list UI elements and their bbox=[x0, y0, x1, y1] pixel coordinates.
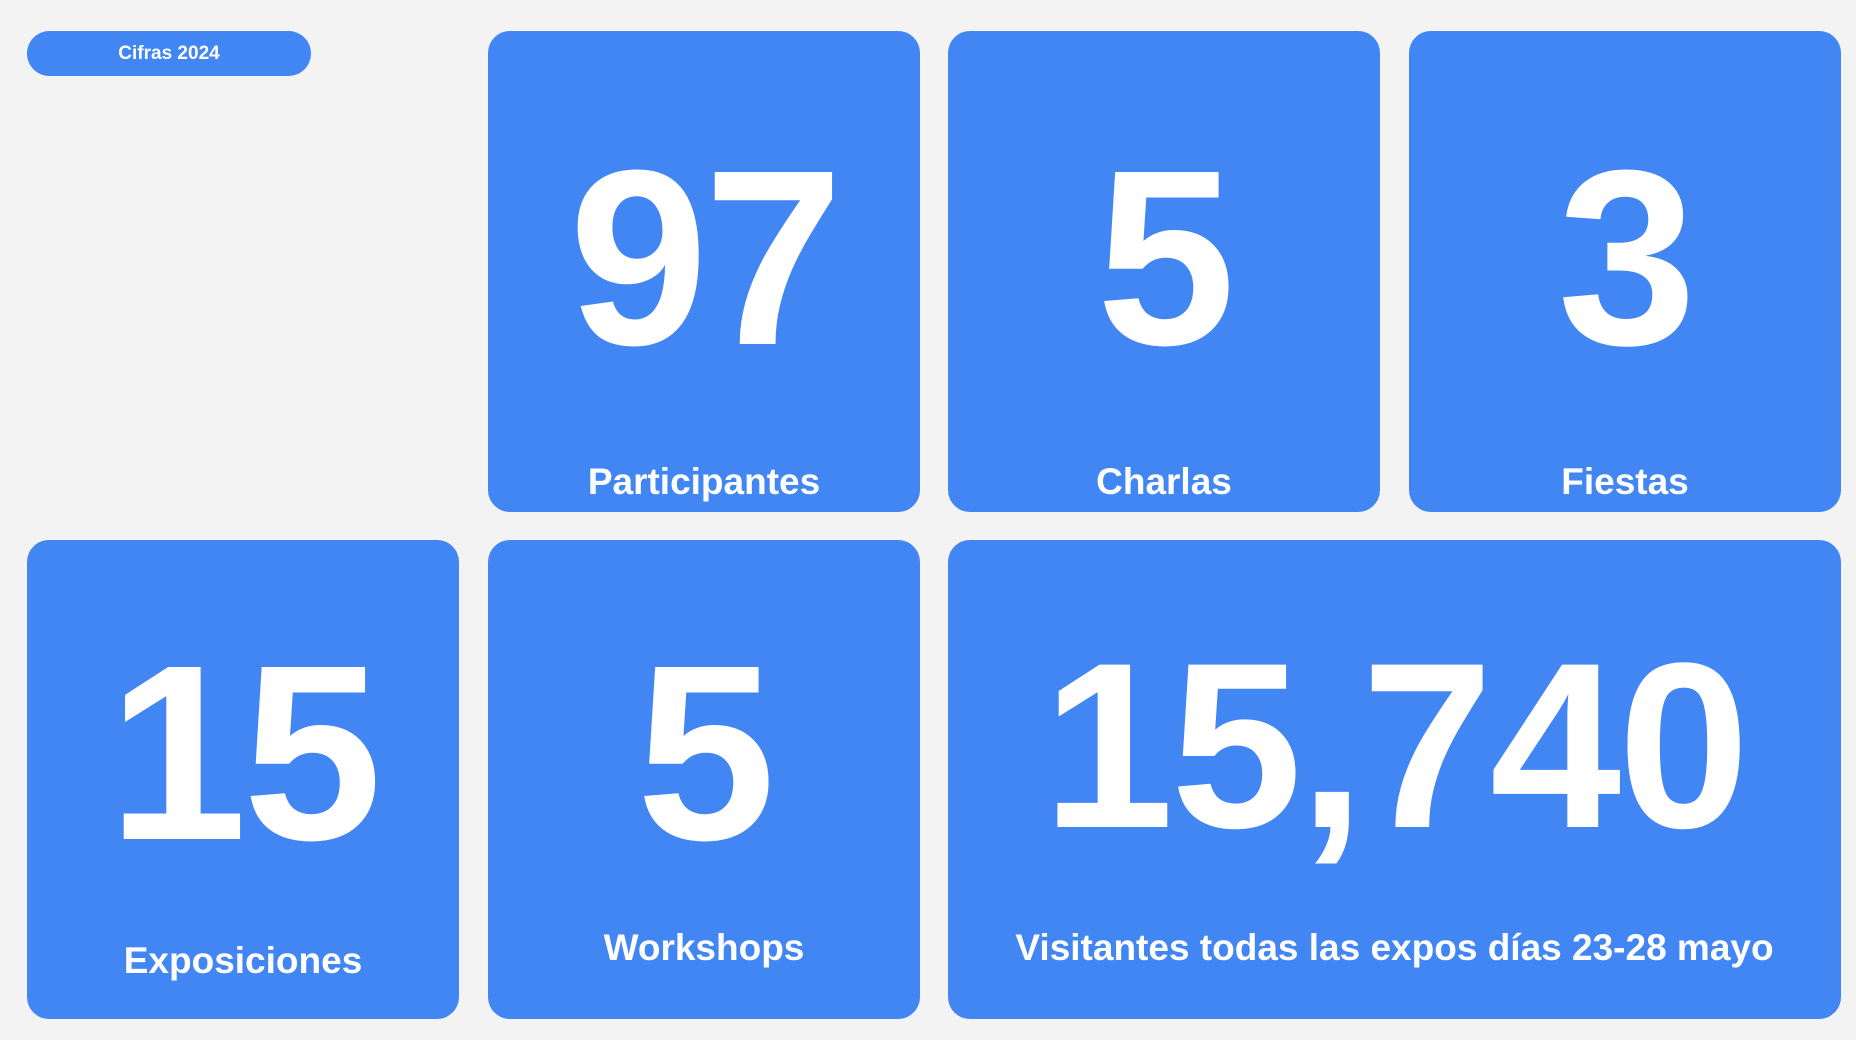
stats-page: Cifras 2024 97 Participantes 5 Charlas 3… bbox=[0, 0, 1856, 1040]
stat-card-charlas: 5 Charlas bbox=[948, 31, 1380, 512]
stat-value-fiestas: 3 bbox=[1557, 118, 1696, 397]
year-tag-label: Cifras 2024 bbox=[118, 42, 220, 64]
stat-label-participantes: Participantes bbox=[587, 461, 821, 502]
stat-card-exposiciones: 15 Exposiciones bbox=[27, 540, 459, 1019]
stat-card-fiestas: 3 Fiestas bbox=[1409, 31, 1841, 512]
stat-value-visitantes: 15,740 bbox=[1042, 614, 1750, 878]
year-tag: Cifras 2024 bbox=[27, 31, 311, 76]
stat-card-workshops: 5 Workshops bbox=[488, 540, 920, 1019]
stat-label-exposiciones: Exposiciones bbox=[123, 940, 363, 981]
stat-value-participantes: 97 bbox=[568, 118, 843, 397]
stat-label-charlas: Charlas bbox=[1096, 461, 1232, 502]
stat-card-visitantes: 15,740 Visitantes todas las expos días 2… bbox=[948, 540, 1841, 1019]
stat-value-charlas: 5 bbox=[1096, 118, 1235, 397]
stat-label-visitantes: Visitantes todas las expos días 23-28 ma… bbox=[1015, 927, 1774, 968]
stat-value-exposiciones: 15 bbox=[107, 613, 382, 892]
stat-card-participantes: 97 Participantes bbox=[488, 31, 920, 512]
stat-label-workshops: Workshops bbox=[603, 927, 805, 968]
stat-label-fiestas: Fiestas bbox=[1561, 461, 1689, 502]
stat-value-workshops: 5 bbox=[636, 613, 775, 892]
